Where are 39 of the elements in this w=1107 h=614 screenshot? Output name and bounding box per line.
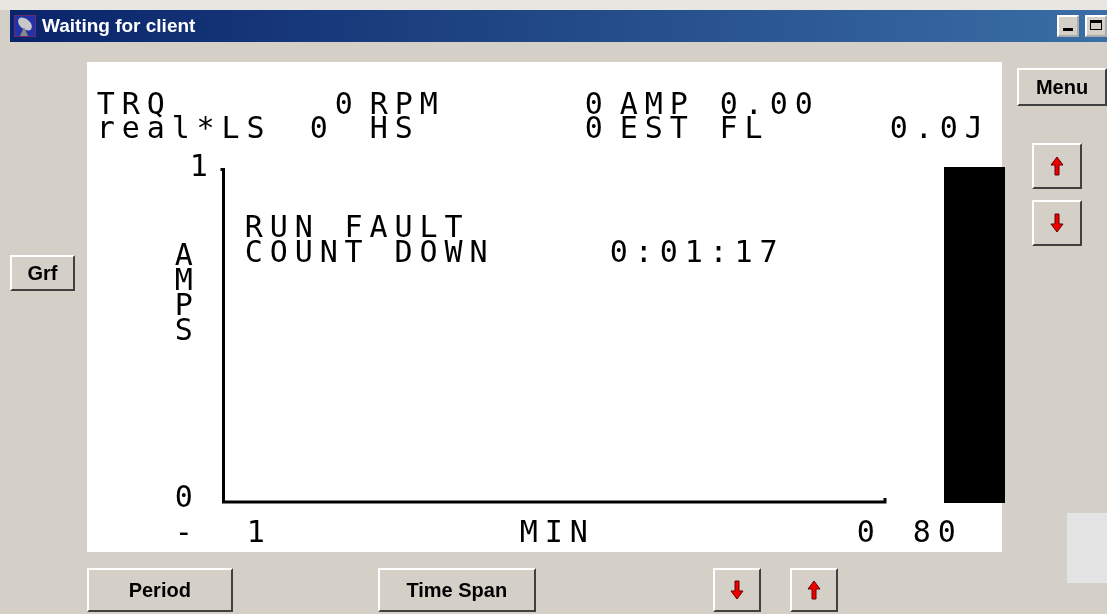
- down-arrow-button[interactable]: [1032, 200, 1082, 246]
- axis-label: 1: [189, 154, 215, 178]
- axis-label: -: [174, 520, 200, 544]
- readout-text: 0: [309, 116, 335, 140]
- menu-button[interactable]: Menu: [1017, 68, 1107, 106]
- up-arrow-button[interactable]: [1032, 143, 1082, 189]
- axis-title: AMPS: [174, 242, 201, 342]
- satellite-dish-icon: [14, 15, 36, 37]
- down-arrow-button[interactable]: [712, 568, 761, 612]
- status-text: COUNT DOWN: [244, 240, 495, 264]
- readout-text: 0: [584, 116, 610, 140]
- readout-text: HS: [369, 116, 420, 140]
- axis-label: 0: [174, 485, 200, 509]
- readout-text: TRQ: [96, 92, 172, 116]
- readout-text: 0.00: [719, 92, 820, 116]
- readout-text: real*LS: [96, 116, 272, 140]
- meter-reading: 80: [912, 520, 963, 544]
- readout-text: 0.0J: [889, 116, 990, 140]
- up-arrow-button[interactable]: [789, 568, 838, 612]
- readout-text: 0: [334, 92, 360, 116]
- up-arrow-icon: [806, 580, 821, 600]
- axis-label: 0: [856, 520, 882, 544]
- readout-text: RPM: [369, 92, 445, 116]
- readout-text: AMP: [619, 92, 695, 116]
- axis-label: 1: [246, 520, 272, 544]
- window-title: Waiting for client: [42, 15, 196, 37]
- axis-title: MIN: [519, 520, 595, 544]
- readout-text: EST FL: [619, 116, 770, 140]
- status-text: RUN FAULT: [244, 215, 470, 239]
- graph-button[interactable]: Grf: [10, 255, 75, 291]
- up-arrow-icon: [1050, 156, 1064, 176]
- status-text: 0:01:17: [609, 240, 785, 264]
- minimize-button[interactable]: [1057, 15, 1079, 37]
- down-arrow-icon: [729, 580, 744, 600]
- toolbar-button[interactable]: Period: [86, 568, 233, 612]
- down-arrow-icon: [1050, 213, 1064, 233]
- readout-text: 0: [584, 92, 610, 116]
- toolbar-button[interactable]: Time Span: [377, 568, 536, 612]
- maximize-button[interactable]: [1085, 15, 1107, 37]
